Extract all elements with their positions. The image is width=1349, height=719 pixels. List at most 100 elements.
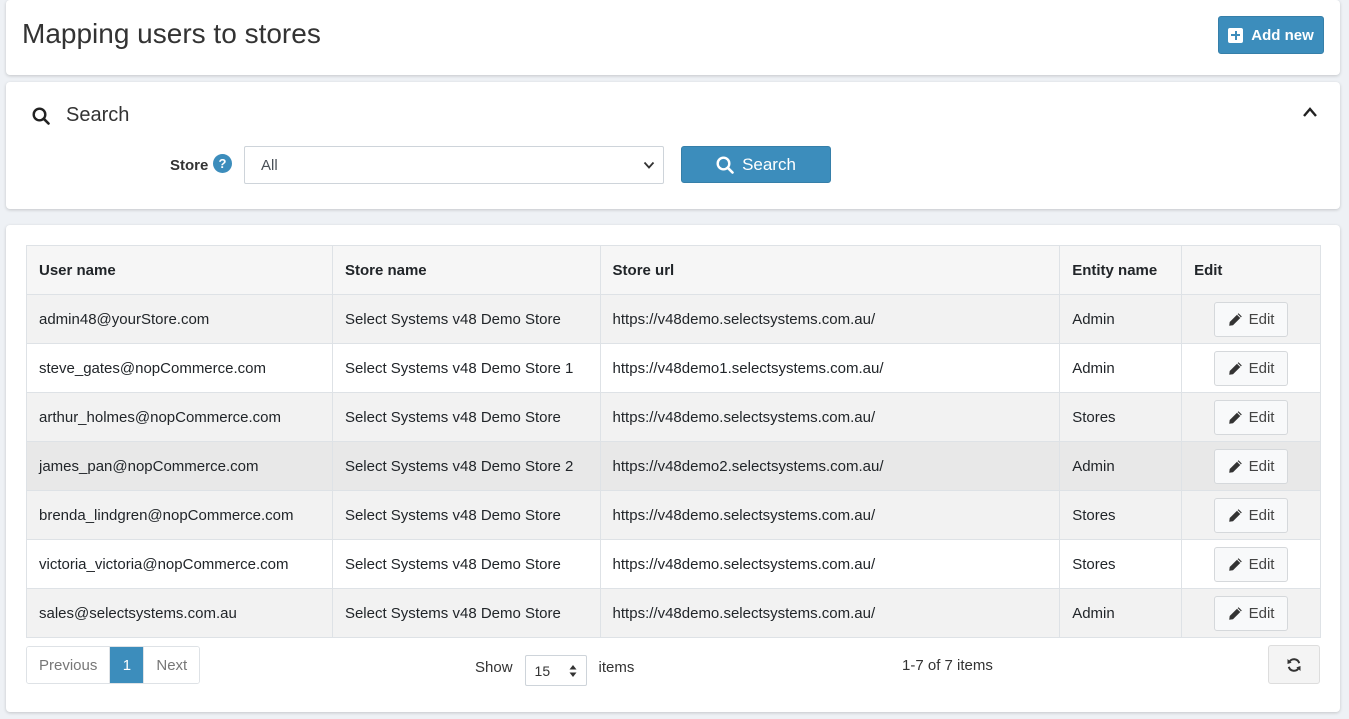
entity-name-cell: Stores bbox=[1059, 539, 1183, 589]
table-row: james_pan@nopCommerce.com Select Systems … bbox=[26, 441, 1321, 491]
help-icon[interactable]: ? bbox=[213, 154, 232, 173]
chevron-down-icon bbox=[643, 161, 655, 169]
user-name-cell: arthur_holmes@nopCommerce.com bbox=[26, 392, 333, 442]
store-name-cell: Select Systems v48 Demo Store bbox=[331, 539, 601, 589]
entity-name-cell: Admin bbox=[1059, 294, 1183, 344]
refresh-button[interactable] bbox=[1268, 645, 1320, 684]
previous-page-button[interactable]: Previous bbox=[27, 647, 110, 683]
edit-cell: Edit bbox=[1181, 539, 1321, 589]
edit-cell: Edit bbox=[1181, 441, 1321, 491]
store-name-cell: Select Systems v48 Demo Store bbox=[331, 490, 601, 540]
edit-button-label: Edit bbox=[1248, 310, 1275, 328]
edit-cell: Edit bbox=[1181, 343, 1321, 393]
page-title: Mapping users to stores bbox=[22, 18, 321, 49]
edit-cell: Edit bbox=[1181, 294, 1321, 344]
edit-button-label: Edit bbox=[1248, 457, 1275, 475]
search-panel-header[interactable]: Search bbox=[32, 104, 129, 127]
user-name-cell: admin48@yourStore.com bbox=[26, 294, 333, 344]
user-name-cell: brenda_lindgren@nopCommerce.com bbox=[26, 490, 333, 540]
pencil-icon bbox=[1228, 459, 1242, 473]
table-row: steve_gates@nopCommerce.com Select System… bbox=[26, 343, 1321, 393]
table-header-row: User name Store name Store url Entity na… bbox=[26, 245, 1321, 295]
edit-cell: Edit bbox=[1181, 490, 1321, 540]
items-label: items bbox=[598, 659, 635, 676]
column-header-edit: Edit bbox=[1181, 245, 1321, 295]
edit-button[interactable]: Edit bbox=[1214, 595, 1289, 631]
table-row: admin48@yourStore.com Select Systems v48 … bbox=[26, 294, 1321, 344]
column-header-user-name[interactable]: User name bbox=[26, 245, 333, 295]
next-page-button[interactable]: Next bbox=[143, 647, 200, 683]
page-1-button[interactable]: 1 bbox=[109, 647, 144, 683]
grid-panel: User name Store name Store url Entity na… bbox=[6, 225, 1340, 712]
user-name-cell: sales@selectsystems.com.au bbox=[26, 588, 333, 638]
pencil-icon bbox=[1228, 410, 1242, 424]
store-url-cell: https://v48demo.selectsystems.com.au/ bbox=[599, 392, 1061, 442]
pencil-icon bbox=[1228, 508, 1242, 522]
pager-range-info: 1-7 of 7 items bbox=[902, 657, 993, 674]
user-name-cell: james_pan@nopCommerce.com bbox=[26, 441, 333, 491]
edit-button-label: Edit bbox=[1248, 604, 1275, 622]
column-header-store-name[interactable]: Store name bbox=[331, 245, 601, 295]
table-row: sales@selectsystems.com.au Select Systems… bbox=[26, 588, 1321, 638]
store-url-cell: https://v48demo.selectsystems.com.au/ bbox=[599, 294, 1061, 344]
page-size-value: 15 bbox=[534, 662, 551, 679]
edit-cell: Edit bbox=[1181, 392, 1321, 442]
entity-name-cell: Admin bbox=[1059, 441, 1183, 491]
page-size-select[interactable]: 15 bbox=[524, 655, 587, 686]
store-url-cell: https://v48demo.selectsystems.com.au/ bbox=[599, 588, 1061, 638]
table-row: brenda_lindgren@nopCommerce.com Select Sy… bbox=[26, 490, 1321, 540]
show-label: Show bbox=[475, 659, 513, 676]
store-select[interactable]: All bbox=[244, 146, 664, 184]
edit-button[interactable]: Edit bbox=[1214, 546, 1289, 582]
edit-button[interactable]: Edit bbox=[1214, 399, 1289, 435]
store-url-cell: https://v48demo1.selectsystems.com.au/ bbox=[599, 343, 1061, 393]
pencil-icon bbox=[1228, 557, 1242, 571]
search-panel: Search Store ? All Search bbox=[6, 82, 1340, 209]
table-row: arthur_holmes@nopCommerce.com Select Syst… bbox=[26, 392, 1321, 442]
page-header: Mapping users to stores Add new bbox=[6, 0, 1340, 75]
column-header-store-url[interactable]: Store url bbox=[599, 245, 1061, 295]
edit-button-label: Edit bbox=[1248, 359, 1275, 377]
store-name-cell: Select Systems v48 Demo Store 2 bbox=[331, 441, 601, 491]
page-size-control: Show 15 items bbox=[475, 649, 634, 686]
edit-button-label: Edit bbox=[1248, 408, 1275, 426]
pencil-icon bbox=[1228, 361, 1242, 375]
store-url-cell: https://v48demo.selectsystems.com.au/ bbox=[599, 539, 1061, 589]
entity-name-cell: Admin bbox=[1059, 343, 1183, 393]
entity-name-cell: Admin bbox=[1059, 588, 1183, 638]
edit-cell: Edit bbox=[1181, 588, 1321, 638]
plus-square-icon bbox=[1228, 27, 1244, 43]
store-name-cell: Select Systems v48 Demo Store bbox=[331, 294, 601, 344]
store-url-cell: https://v48demo.selectsystems.com.au/ bbox=[599, 490, 1061, 540]
table-row: victoria_victoria@nopCommerce.com Select … bbox=[26, 539, 1321, 589]
user-name-cell: victoria_victoria@nopCommerce.com bbox=[26, 539, 333, 589]
edit-button[interactable]: Edit bbox=[1214, 497, 1289, 533]
column-header-entity-name[interactable]: Entity name bbox=[1059, 245, 1183, 295]
edit-button[interactable]: Edit bbox=[1214, 448, 1289, 484]
entity-name-cell: Stores bbox=[1059, 392, 1183, 442]
mapping-table: User name Store name Store url Entity na… bbox=[26, 245, 1321, 638]
chevron-up-icon[interactable] bbox=[1302, 106, 1318, 118]
edit-button-label: Edit bbox=[1248, 506, 1275, 524]
store-name-cell: Select Systems v48 Demo Store bbox=[331, 588, 601, 638]
pencil-icon bbox=[1228, 606, 1242, 620]
add-new-button[interactable]: Add new bbox=[1218, 16, 1324, 54]
pencil-icon bbox=[1228, 312, 1242, 326]
edit-button[interactable]: Edit bbox=[1214, 350, 1289, 386]
edit-button[interactable]: Edit bbox=[1214, 301, 1289, 337]
search-icon bbox=[32, 106, 50, 125]
store-url-cell: https://v48demo2.selectsystems.com.au/ bbox=[599, 441, 1061, 491]
search-icon bbox=[716, 155, 734, 174]
sort-updown-icon bbox=[569, 665, 577, 677]
store-label: Store bbox=[170, 157, 209, 174]
refresh-icon bbox=[1287, 657, 1301, 672]
pagination: Previous 1 Next bbox=[26, 646, 201, 684]
search-panel-title: Search bbox=[66, 104, 130, 126]
entity-name-cell: Stores bbox=[1059, 490, 1183, 540]
search-button[interactable]: Search bbox=[681, 146, 831, 183]
store-name-cell: Select Systems v48 Demo Store bbox=[331, 392, 601, 442]
add-new-label: Add new bbox=[1251, 26, 1314, 44]
edit-button-label: Edit bbox=[1248, 555, 1275, 573]
store-name-cell: Select Systems v48 Demo Store 1 bbox=[331, 343, 601, 393]
user-name-cell: steve_gates@nopCommerce.com bbox=[26, 343, 333, 393]
